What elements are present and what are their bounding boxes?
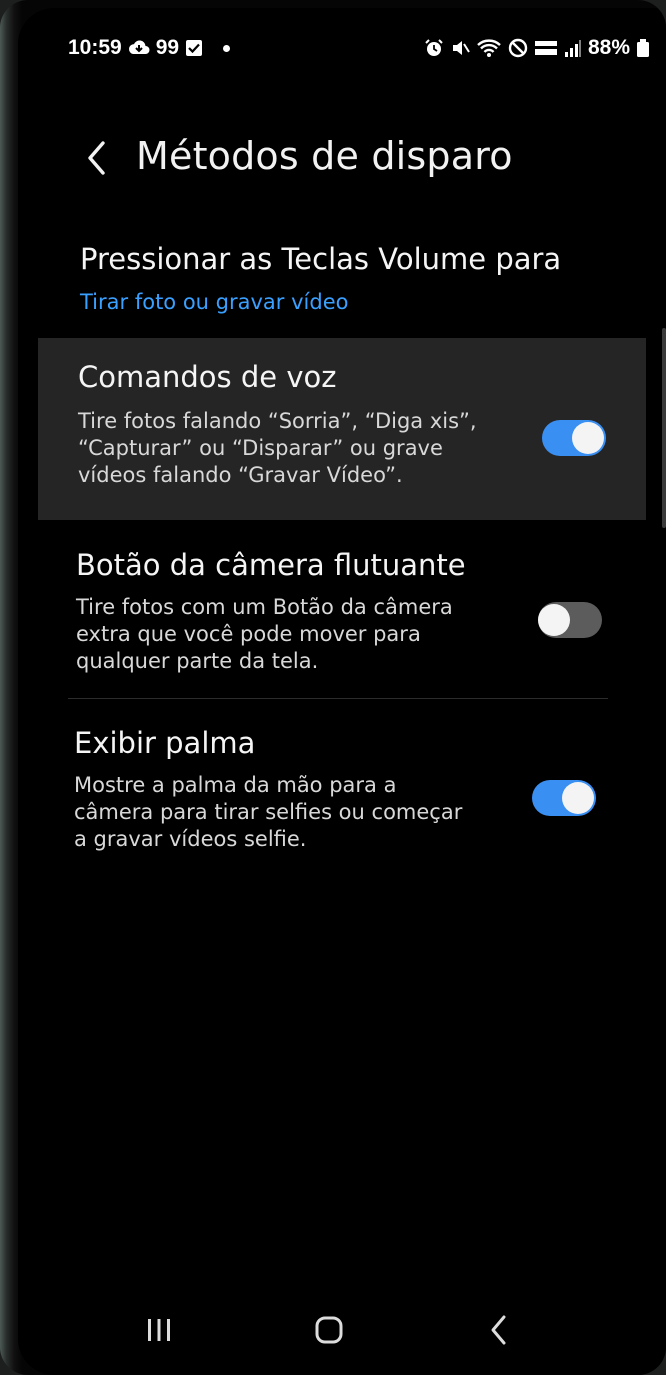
toggle-knob	[562, 782, 594, 814]
divider	[68, 698, 608, 699]
status-left-group: 10:59 99	[68, 36, 231, 60]
toggle-knob	[572, 422, 604, 454]
home-button[interactable]	[304, 1305, 354, 1355]
alarm-icon	[424, 38, 444, 58]
scrollbar[interactable]	[662, 328, 666, 528]
recent-apps-button[interactable]	[134, 1305, 184, 1355]
setting-title: Exibir palma	[74, 726, 256, 760]
screen: 10:59 99 88% Métodos de disparo Pression…	[18, 8, 666, 1375]
battery-icon	[636, 38, 650, 58]
setting-volume-keys[interactable]: Pressionar as Teclas Volume para Tirar f…	[38, 228, 646, 334]
signal-icon	[564, 38, 582, 58]
notification-dot-icon	[223, 44, 231, 52]
setting-show-palm[interactable]: Exibir palma Mostre a palma da mão para …	[38, 708, 646, 868]
toggle-knob	[538, 604, 570, 636]
setting-voice-commands[interactable]: Comandos de voz Tire fotos falando “Sorr…	[38, 338, 646, 520]
status-bar: 10:59 99 88%	[18, 8, 666, 88]
wifi-icon	[476, 38, 502, 58]
battery-percentage: 88%	[587, 36, 630, 59]
setting-description: Tire fotos falando “Sorria”, “Diga xis”,…	[78, 409, 477, 487]
setting-value: Tirar foto ou gravar vídeo	[80, 290, 349, 314]
nav-back-button[interactable]	[474, 1305, 524, 1355]
setting-floating-camera-button[interactable]: Botão da câmera flutuante Tire fotos com…	[38, 538, 646, 698]
setting-description: Mostre a palma da mão para a câmera para…	[74, 773, 463, 851]
setting-description: Tire fotos com um Botão da câmera extra …	[76, 595, 453, 673]
setting-title: Botão da câmera flutuante	[76, 548, 466, 582]
header: Métodos de disparo	[18, 128, 666, 198]
page-title: Métodos de disparo	[136, 134, 513, 178]
notification-count: 99	[155, 36, 180, 59]
chevron-left-icon	[88, 141, 105, 175]
status-time: 10:59	[68, 36, 122, 59]
show-palm-toggle[interactable]	[532, 780, 596, 816]
recent-apps-icon	[148, 1319, 170, 1341]
back-button[interactable]	[74, 136, 118, 180]
volte-icon	[534, 38, 558, 58]
setting-title: Pressionar as Teclas Volume para	[80, 242, 562, 276]
mute-icon	[450, 38, 470, 58]
navigation-bar	[18, 1285, 666, 1375]
status-right-group: 88%	[424, 36, 650, 60]
setting-title: Comandos de voz	[78, 360, 337, 394]
blocked-icon	[508, 38, 528, 58]
back-icon	[491, 1315, 506, 1345]
floating-camera-button-toggle[interactable]	[538, 602, 602, 638]
voice-commands-toggle[interactable]	[542, 420, 606, 456]
checkbox-icon	[185, 39, 203, 57]
phone-device: 10:59 99 88% Métodos de disparo Pression…	[0, 0, 666, 1375]
home-icon	[315, 1316, 343, 1344]
cloud-icon	[128, 39, 150, 57]
